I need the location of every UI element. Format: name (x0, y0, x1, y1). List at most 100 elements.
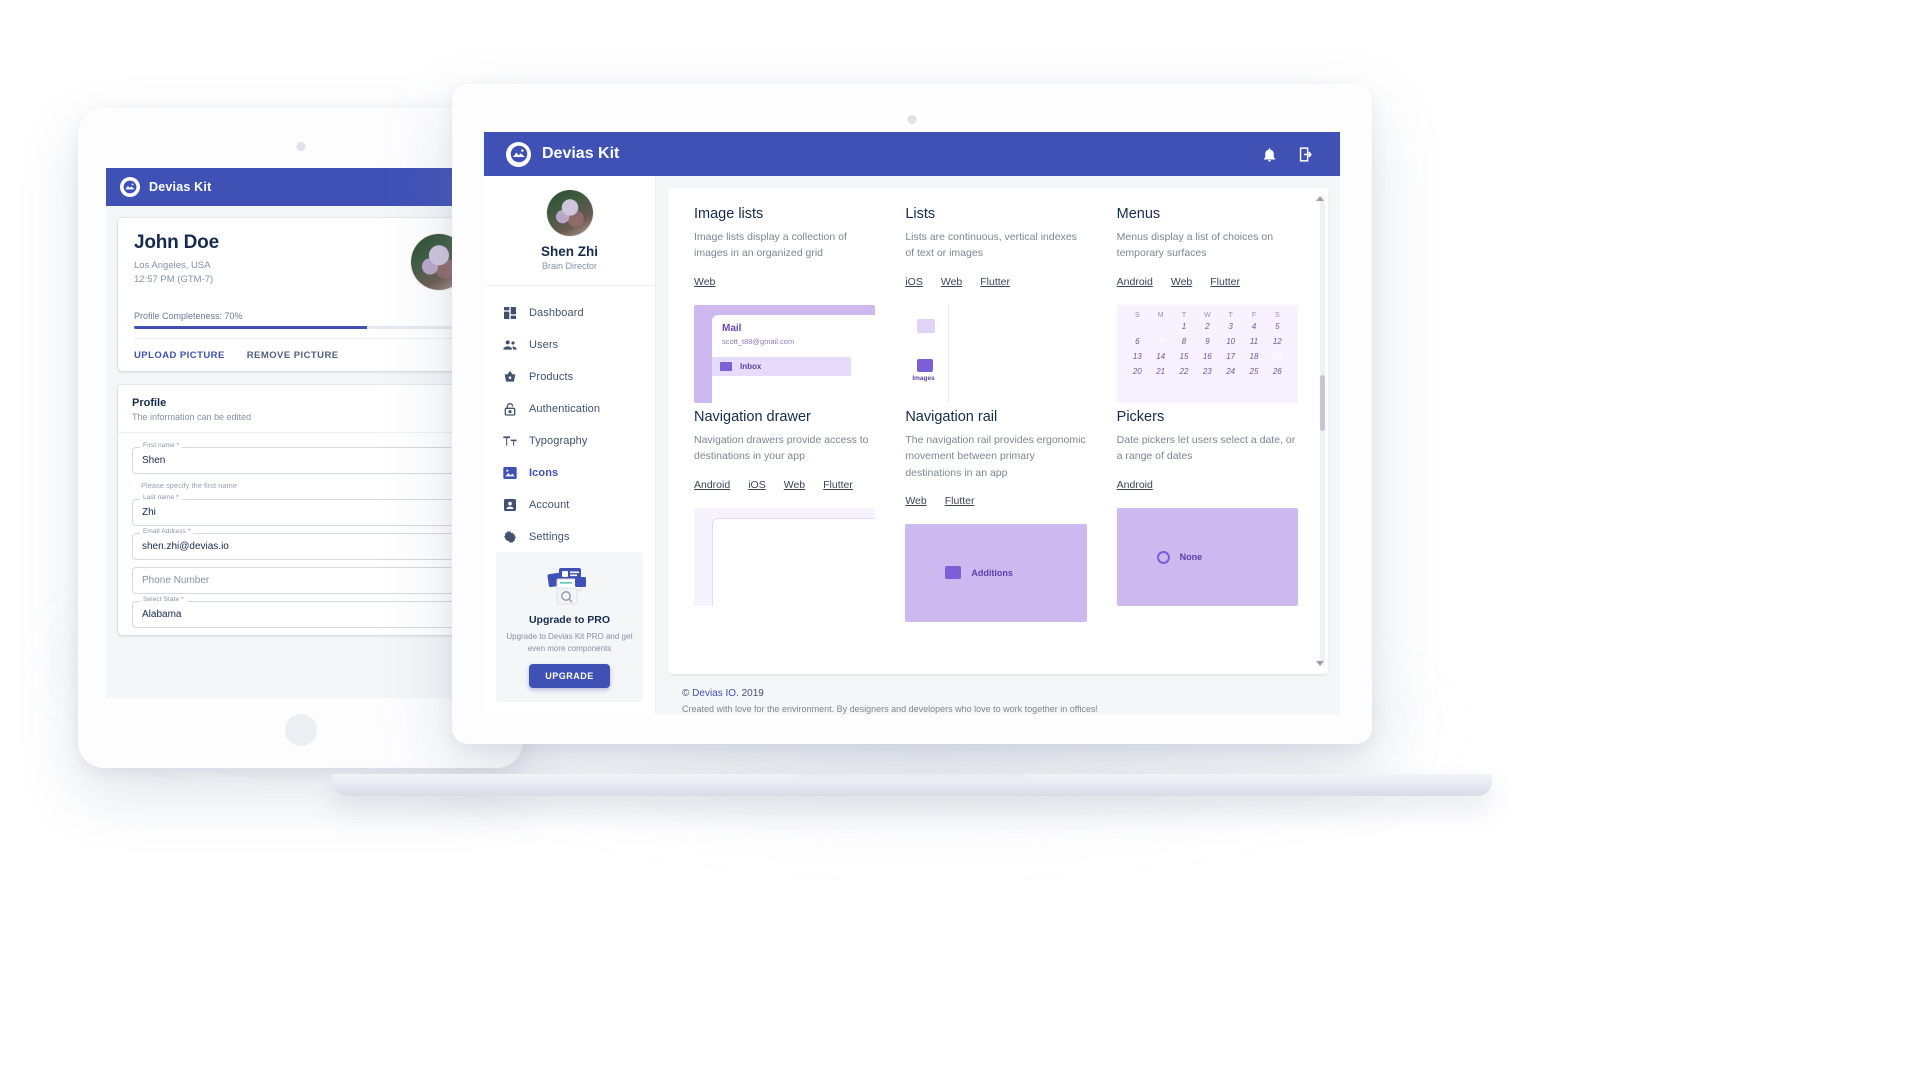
calendar-day[interactable]: 16 (1196, 349, 1219, 364)
calendar-day[interactable]: 8 (1172, 334, 1195, 349)
calendar-day[interactable]: 9 (1196, 334, 1219, 349)
scroll-up-icon[interactable] (1316, 196, 1324, 201)
field-input[interactable]: Zhi (132, 498, 469, 526)
tablet-home-button[interactable] (284, 714, 317, 746)
calendar-day[interactable]: 5 (1266, 319, 1289, 334)
calendar-day[interactable]: 25 (1242, 364, 1265, 379)
calendar-day[interactable]: 2 (1196, 319, 1219, 334)
remove-picture-button[interactable]: REMOVE PICTURE (247, 350, 339, 361)
calendar-day[interactable]: 22 (1172, 364, 1195, 379)
calendar-day[interactable]: 10 (1219, 334, 1242, 349)
scroll-down-icon[interactable] (1316, 661, 1324, 666)
laptop-trackpad-notch (797, 774, 1027, 781)
tile-menus: Menus Menus display a list of choices on… (1116, 206, 1298, 409)
field-value: Zhi (142, 506, 156, 518)
sidebar-item-authentication[interactable]: Authentication (494, 394, 645, 424)
form-field[interactable]: Last name * Zhi (132, 493, 469, 526)
tile-link-flutter[interactable]: Flutter (945, 495, 975, 507)
calendar-day[interactable]: 14 (1149, 349, 1172, 364)
field-input[interactable]: shen.zhi@devias.io (132, 532, 469, 560)
images-icon (917, 359, 934, 372)
calendar-day[interactable]: 26 (1266, 364, 1289, 379)
calendar-day[interactable]: 12 (1266, 334, 1289, 349)
tile-link-flutter[interactable]: Flutter (823, 479, 853, 491)
upgrade-button[interactable]: UPGRADE (529, 664, 610, 689)
calendar-day[interactable]: 13 (1126, 349, 1149, 364)
form-field[interactable]: Email Address * shen.zhi@devias.io (132, 527, 469, 560)
tile-link-android[interactable]: Android (1117, 276, 1153, 288)
upload-picture-button[interactable]: UPLOAD PICTURE (134, 350, 225, 361)
calendar-day[interactable]: 19 (1266, 349, 1289, 364)
form-field[interactable]: Phone Number (132, 566, 469, 594)
bell-icon[interactable] (1256, 141, 1282, 167)
calendar-day[interactable]: 4 (1242, 319, 1265, 334)
sidebar-item-account[interactable]: Account (494, 490, 645, 520)
band-label: Additions (971, 567, 1013, 578)
scrollbar-track[interactable] (1320, 196, 1325, 666)
mail-title: Mail (722, 323, 742, 334)
tile-description: Image lists display a collection of imag… (694, 231, 847, 260)
field-label: Last name * (140, 493, 182, 501)
tile-lists: Lists Lists are continuous, vertical ind… (905, 206, 1087, 409)
weekday-label: F (1251, 312, 1257, 319)
tile-link-android[interactable]: Android (694, 479, 730, 491)
field-input[interactable]: Alabama (132, 600, 469, 628)
sidebar-item-users[interactable]: Users (494, 330, 645, 360)
tile-link-web[interactable]: Web (941, 276, 962, 288)
circle-icon (1156, 550, 1170, 564)
calendar-day[interactable]: 24 (1219, 364, 1242, 379)
tile-link-web[interactable]: Web (694, 276, 715, 288)
field-input[interactable]: Phone Number (132, 566, 469, 594)
field-input[interactable]: Shen (132, 446, 469, 474)
tile-description: Date pickers let users select a date, or… (1116, 434, 1296, 463)
calendar-day[interactable]: 7 (1149, 334, 1172, 349)
tile-link-web[interactable]: Web (905, 495, 926, 507)
envelope-icon (720, 362, 732, 371)
form-header: Profile The information can be edited (118, 385, 483, 433)
calendar-day[interactable]: 23 (1196, 364, 1219, 379)
calendar-day[interactable]: 11 (1242, 334, 1265, 349)
profile-completeness-fill (134, 325, 368, 329)
calendar-day[interactable]: 15 (1172, 349, 1195, 364)
sidebar-item-icons[interactable]: Icons (494, 458, 645, 488)
form-field[interactable]: Select State * Alabama (132, 595, 469, 628)
tile-link-ios[interactable]: iOS (748, 479, 766, 491)
sidebar-user-name: Shen Zhi (541, 244, 598, 259)
logout-icon[interactable] (1292, 141, 1318, 167)
tablet-appbar: Devias Kit (106, 168, 495, 206)
sidebar-item-label: Users (529, 339, 559, 351)
sidebar-item-label: Dashboard (529, 307, 584, 319)
calendar-day[interactable]: 1 (1172, 319, 1195, 334)
calendar-day[interactable]: 20 (1126, 364, 1149, 379)
calendar-day[interactable]: 21 (1149, 364, 1172, 379)
tile-link-flutter[interactable]: Flutter (980, 276, 1010, 288)
tile-link-flutter[interactable]: Flutter (1210, 276, 1240, 288)
field-value: Shen (142, 454, 166, 466)
tile-links: Web Flutter (905, 495, 1086, 507)
weekday-label: S (1274, 312, 1280, 319)
scrollbar[interactable] (1316, 196, 1325, 666)
sidebar-item-typography[interactable]: Typography (494, 426, 645, 456)
scrollbar-thumb[interactable] (1320, 374, 1325, 431)
field-value: Alabama (142, 608, 182, 620)
tile-link-web[interactable]: Web (784, 479, 805, 491)
calendar-day[interactable]: 17 (1219, 349, 1242, 364)
tile-link-android[interactable]: Android (1117, 479, 1153, 491)
tile-description: The navigation rail provides ergonomic m… (905, 434, 1086, 479)
laptop-appbar: Devias Kit (484, 132, 1340, 176)
sidebar-user-profile[interactable]: Shen Zhi Brain Director (484, 190, 655, 286)
laptop-device: Devias Kit Shen Zhi Brain Director Dashb… (332, 84, 1492, 796)
form-fields: First name * Shen Please specify the fir… (118, 433, 483, 628)
sidebar-item-dashboard[interactable]: Dashboard (494, 298, 645, 328)
tablet-screen: Devias Kit John Doe Los Angeles, USA 12:… (106, 168, 495, 698)
form-field[interactable]: First name * Shen (132, 441, 469, 474)
tile-link-web[interactable]: Web (1171, 276, 1192, 288)
sidebar-item-settings[interactable]: Settings (494, 522, 645, 552)
sidebar-item-products[interactable]: Products (494, 362, 645, 392)
calendar-day[interactable]: 18 (1242, 349, 1265, 364)
tile-link-ios[interactable]: iOS (905, 276, 923, 288)
calendar-day[interactable]: 6 (1126, 334, 1149, 349)
calendar-day[interactable]: 3 (1219, 319, 1242, 334)
calendar-weekdays: SMTWTFS (1126, 312, 1289, 319)
footer-company-link[interactable]: Devias IO (692, 688, 736, 699)
